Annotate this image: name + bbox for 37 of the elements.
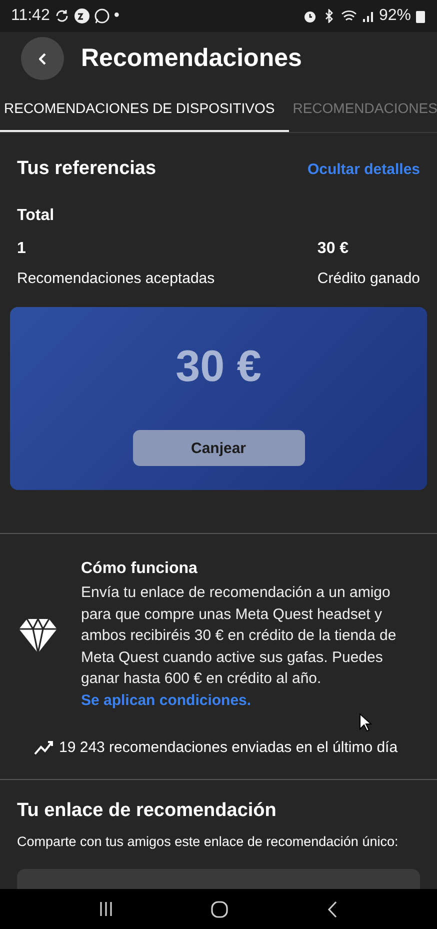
terms-link[interactable]: Se aplican condiciones. xyxy=(81,692,252,708)
signal-icon xyxy=(362,9,374,23)
stat-label: Crédito ganado xyxy=(317,270,420,287)
sync-icon xyxy=(54,8,70,24)
credit-amount: 30 € xyxy=(176,342,262,392)
home-icon xyxy=(211,900,228,918)
trend-icon xyxy=(34,740,53,755)
referrals-sent-stat: 19 243 recomendaciones enviadas en el último día xyxy=(59,739,398,756)
section-description: Comparte con tus amigos este enlace de recomendación único: xyxy=(17,834,400,849)
referral-link-field[interactable] xyxy=(17,869,420,889)
how-it-works-text: Envía tu enlace de recomendación a un amigo para que compre unas Meta Quest headset y ambos recibiréis 30 € en crédito de la tienda de Meta Quest cuando active sus gafas. Puedes ganar hasta 600 € en crédito al año. Se aplican condiciones. xyxy=(81,583,398,710)
battery-level: 92% xyxy=(378,7,411,25)
tab[interactable]: RECOMENDACIONES DE DISPOSITIVOS xyxy=(0,85,289,132)
diamond-icon xyxy=(18,618,58,654)
section-title: Tus referencias xyxy=(17,158,156,180)
section-title: Tu enlace de recomendación xyxy=(17,800,278,822)
back-icon xyxy=(38,52,46,64)
redeem-button[interactable]: Canjear xyxy=(132,430,304,466)
how-it-works-title: Cómo funciona xyxy=(81,560,198,578)
chat-icon xyxy=(94,8,110,24)
tab[interactable]: RECOMENDACIONES xyxy=(288,85,437,132)
back-button[interactable] xyxy=(21,37,64,80)
page-title: Recomendaciones xyxy=(81,44,302,73)
hide-details-link[interactable]: Ocultar detalles xyxy=(307,160,420,178)
stat-label: Recomendaciones aceptadas xyxy=(17,270,215,287)
stat-value: 30 € xyxy=(317,240,350,258)
total-label: Total xyxy=(17,207,54,225)
recent-apps-icon xyxy=(99,901,114,917)
alarm-icon xyxy=(302,8,317,24)
wifi-icon xyxy=(340,9,357,23)
clock: 11:42 xyxy=(11,7,50,25)
back-icon xyxy=(326,900,338,918)
app-icon xyxy=(74,8,90,24)
notification-dot: • xyxy=(114,7,120,25)
battery-icon xyxy=(416,8,425,24)
cursor-icon xyxy=(359,713,373,733)
stat-value: 1 xyxy=(17,240,27,258)
